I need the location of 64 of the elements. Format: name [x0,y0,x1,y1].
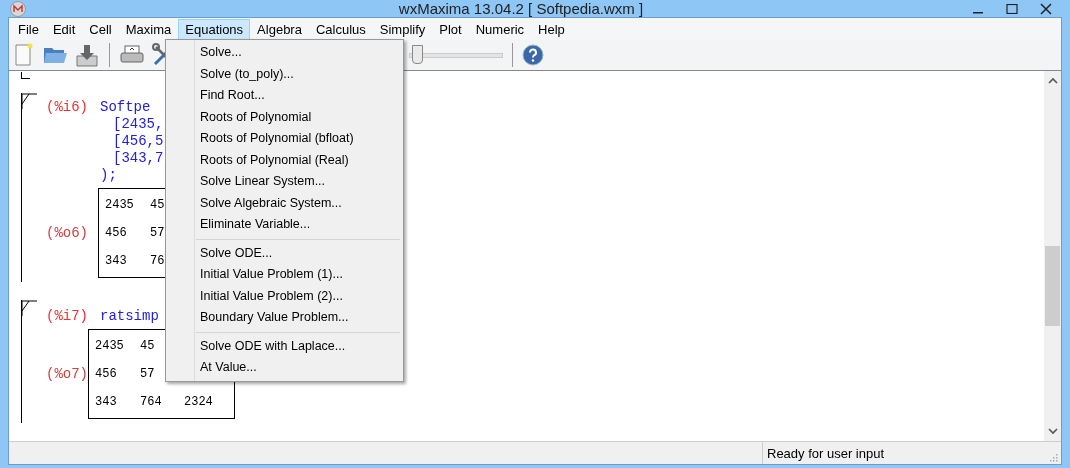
menu-item[interactable]: Solve (to_poly)... [166,63,403,85]
resize-grip-icon[interactable] [1048,452,1058,462]
code-line: [456,5 [112,133,164,150]
menu-bar-item[interactable]: Cell [82,18,119,40]
menu-bar-item[interactable]: Maxima [118,18,179,40]
menu-bar-item[interactable]: Calculus [308,18,373,40]
maximize-icon[interactable] [1006,3,1018,14]
menu-item[interactable]: Solve Linear System... [166,171,403,193]
cell-bracket [21,72,30,79]
menu-bar-item[interactable]: Plot [432,18,469,40]
menu-item[interactable]: Roots of Polynomial [166,106,403,128]
scroll-up-icon[interactable] [1047,77,1058,85]
matrix-entry: 764 [140,395,163,409]
code-line: ratsimp [100,308,159,325]
status-text: Ready for user input [766,445,886,461]
matrix-entry: 343 [95,395,118,409]
code-line: ); [100,167,118,184]
slider[interactable] [409,43,503,67]
matrix-entry: 343 [105,254,128,268]
code-line: [2435, [112,116,164,133]
output-label: (%o6) [46,225,89,241]
menu-item[interactable]: Roots of Polynomial (Real) [166,149,403,171]
matrix-entry: 76 [150,254,166,268]
menu-item[interactable]: Solve ODE... [166,242,403,264]
menu-bar-item[interactable]: Algebra [250,18,309,40]
close-icon[interactable] [1040,2,1052,15]
menu-bar-item[interactable]: Edit [45,18,83,40]
app-logo-icon [10,0,26,17]
scrollbar-thumb[interactable] [1045,246,1060,326]
matrix-entry: 57 [150,226,166,240]
menu-bar-item[interactable]: Simplify [372,18,433,40]
menu-item[interactable]: Roots of Polynomial (bfloat) [166,128,403,150]
help-icon[interactable] [522,44,544,66]
scroll-down-icon[interactable] [1047,427,1058,435]
menu-bar-item[interactable]: File [11,18,46,40]
menu-item[interactable]: Initial Value Problem (1)... [166,264,403,286]
cell-fold-icon[interactable] [21,93,37,109]
menu-item[interactable]: Initial Value Problem (2)... [166,285,403,307]
menu-bar-item[interactable]: Equations [178,18,251,40]
input-label: (%i7) [46,308,89,325]
menu-item[interactable]: Eliminate Variable... [166,214,403,236]
menu-item[interactable]: Solve... [166,42,403,64]
menu-item[interactable]: Solve Algebraic System... [166,192,403,214]
output-label: (%o7) [46,366,88,382]
matrix-entry: 45 [140,339,156,353]
save-icon[interactable] [74,42,100,68]
menu-item[interactable]: Find Root... [166,85,403,107]
code-line: [343,7 [112,150,164,167]
menu-bar-item[interactable]: Numeric [468,18,532,40]
menu-item[interactable]: Boundary Value Problem... [166,307,403,329]
cell-fold-icon[interactable] [21,300,37,316]
menu-item[interactable]: Solve ODE with Laplace... [166,335,403,357]
code-line: Softpe [100,99,152,116]
input-label: (%i6) [46,99,89,117]
matrix-entry: 2324 [184,395,214,409]
matrix-entry: 456 [95,367,118,381]
matrix-entry: 2435 [95,339,125,353]
matrix-entry: 2435 [105,198,135,212]
matrix-entry: 57 [140,367,156,381]
matrix-entry: 456 [105,226,128,240]
menu-bar-item[interactable]: Help [531,18,572,40]
matrix-entry: 45 [150,198,166,212]
menu-item[interactable]: At Value... [166,357,403,379]
window-title: wxMaxima 13.04.2 [ Softpedia.wxm ] [397,0,645,17]
